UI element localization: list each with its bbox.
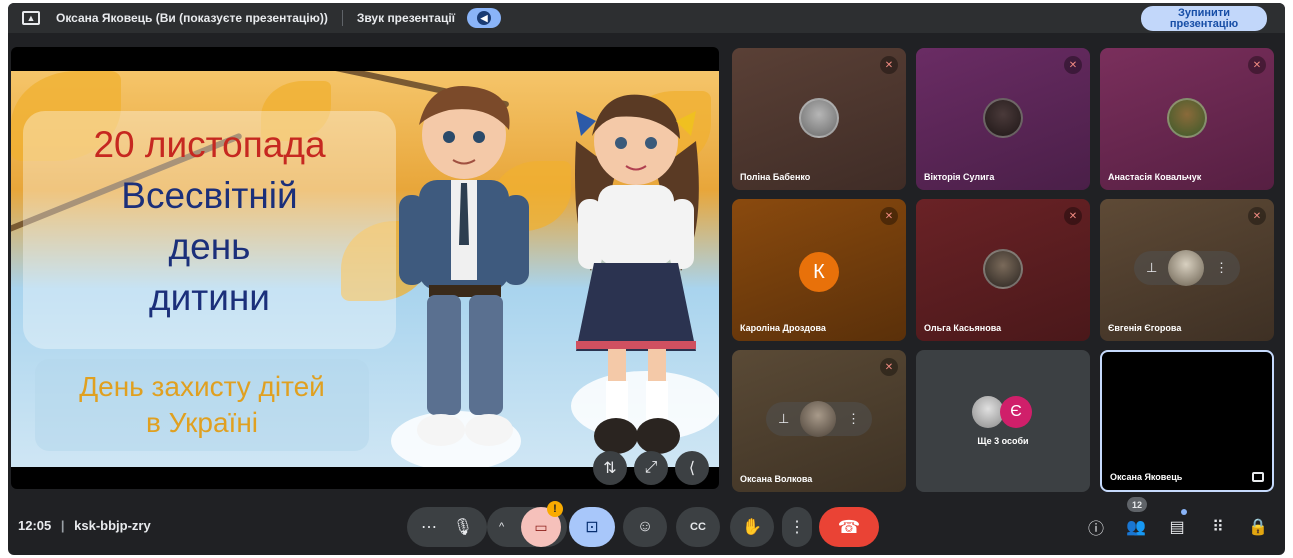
chat-notification-dot bbox=[1181, 509, 1187, 515]
mic-control-group: ⋯ 🎙 bbox=[407, 507, 487, 547]
meeting-info: 12:05 | ksk-bbjp-zry bbox=[18, 518, 151, 533]
audio-settings-icon[interactable]: ⋯ bbox=[421, 517, 437, 537]
pin-icon[interactable]: ⊥ bbox=[778, 411, 789, 427]
captions-icon: CC bbox=[690, 521, 706, 533]
bottom-control-bar: 12:05 | ksk-bbjp-zry ⋯ 🎙 ^ ▭ ! ⊡ ☺ CC ✋ … bbox=[8, 497, 1285, 555]
hand-icon: ✋ bbox=[742, 519, 762, 536]
meeting-details-icon[interactable]: ⓘ bbox=[1082, 513, 1110, 541]
participant-name: Анастасія Ковальчук bbox=[1108, 172, 1202, 182]
participant-tile[interactable]: ✕ Ольга Касьянова bbox=[916, 199, 1090, 341]
tile-hover-controls: ⊥ ⋮ bbox=[766, 401, 872, 437]
slide-subtitle-card: День захисту дітей в Україні bbox=[35, 359, 369, 451]
people-icon[interactable]: 👥 bbox=[1122, 513, 1150, 541]
more-options-button[interactable]: ⋮ bbox=[782, 507, 812, 547]
divider: | bbox=[60, 518, 65, 533]
end-call-icon: ☎ bbox=[837, 516, 861, 537]
chat-icon[interactable]: ▤ bbox=[1163, 513, 1191, 541]
self-view-tile[interactable]: Оксана Яковець bbox=[1100, 350, 1274, 492]
participant-name: Вікторія Сулига bbox=[924, 172, 995, 182]
mic-off-icon: ✕ bbox=[1248, 56, 1266, 74]
girl-illustration bbox=[575, 94, 699, 454]
share-button[interactable]: ⟨ bbox=[675, 451, 709, 485]
avatar bbox=[799, 98, 839, 138]
minimize-self-view-icon[interactable] bbox=[1252, 472, 1264, 482]
captions-button[interactable]: CC bbox=[676, 507, 720, 547]
microphone-icon[interactable]: 🎙 bbox=[453, 517, 473, 537]
slide-title-line3: день bbox=[168, 226, 251, 267]
presentation-sound-toggle[interactable]: ◀ bbox=[467, 8, 502, 28]
camera-control-group: ^ ▭ ! bbox=[487, 501, 567, 547]
stop-button-line2: презентацію bbox=[1169, 18, 1239, 30]
participant-tile[interactable]: ✕ ⊥ ⋮ Євгенія Єгорова bbox=[1100, 199, 1274, 341]
host-controls-icon[interactable]: 🔒 bbox=[1244, 513, 1272, 541]
warning-badge-icon: ! bbox=[547, 501, 563, 517]
presenting-banner: ▲ Оксана Яковець (Ви (показуєте презента… bbox=[8, 3, 1285, 33]
avatar bbox=[800, 401, 837, 437]
slide-date: 20 листопада bbox=[93, 124, 326, 165]
participant-name: Ольга Касьянова bbox=[924, 323, 1002, 333]
speaker-icon: ◀ bbox=[477, 11, 492, 25]
meet-window: ▲ Оксана Яковець (Ви (показуєте презента… bbox=[8, 3, 1285, 555]
boy-illustration bbox=[399, 86, 529, 446]
participant-name: Оксана Яковець bbox=[1110, 472, 1183, 482]
participant-tile[interactable]: ✕ Поліна Бабенко bbox=[732, 48, 906, 190]
participant-name: Кароліна Дроздова bbox=[740, 323, 826, 333]
avatar bbox=[1167, 98, 1207, 138]
meeting-code: ksk-bbjp-zry bbox=[74, 518, 151, 533]
mic-off-icon: ✕ bbox=[1064, 207, 1082, 225]
participant-tile[interactable]: ✕ К Кароліна Дроздова bbox=[732, 199, 906, 341]
raise-hand-button[interactable]: ✋ bbox=[730, 507, 774, 547]
participant-tile[interactable]: ✕ ⊥ ⋮ Оксана Волкова bbox=[732, 350, 906, 492]
more-participants-tile[interactable]: Є Ще 3 особи bbox=[916, 350, 1090, 492]
mic-off-icon: ✕ bbox=[880, 358, 898, 376]
reactions-button[interactable]: ☺ bbox=[623, 507, 667, 547]
presentation-slide: 20 листопада Всесвітній день дитини День… bbox=[11, 71, 719, 467]
presentation-sound-label: Звук презентації bbox=[356, 11, 456, 25]
leave-call-button[interactable]: ☎ bbox=[819, 507, 879, 547]
avatar bbox=[983, 249, 1023, 289]
avatar bbox=[983, 98, 1023, 138]
participant-name: Євгенія Єгорова bbox=[1108, 323, 1182, 333]
slide-subtitle-line1: День захисту дітей bbox=[79, 371, 325, 402]
swap-layout-button[interactable]: ⇅ bbox=[593, 451, 627, 485]
avatar bbox=[1168, 250, 1205, 286]
more-participants-label: Ще 3 особи bbox=[977, 436, 1029, 446]
participant-name: Оксана Волкова bbox=[740, 474, 813, 484]
participant-name: Поліна Бабенко bbox=[740, 172, 811, 182]
present-screen-button[interactable]: ⊡ bbox=[569, 507, 615, 547]
people-count-badge: 12 bbox=[1127, 497, 1147, 512]
present-screen-icon: ▲ bbox=[22, 11, 40, 25]
more-vertical-icon: ⋮ bbox=[789, 519, 805, 536]
avatar: К bbox=[799, 252, 839, 292]
emoji-icon: ☺ bbox=[636, 518, 654, 535]
presentation-area: 20 листопада Всесвітній день дитини День… bbox=[11, 47, 719, 489]
clock-time: 12:05 bbox=[18, 518, 52, 533]
divider bbox=[341, 10, 343, 26]
more-options-icon[interactable]: ⋮ bbox=[1215, 260, 1228, 276]
stop-presenting-button[interactable]: Зупинити презентацію bbox=[1141, 6, 1267, 31]
slide-subtitle-line2: в Україні bbox=[145, 407, 259, 438]
presenter-status-text: Оксана Яковець (Ви (показуєте презентаці… bbox=[56, 11, 328, 25]
chevron-up-icon[interactable]: ^ bbox=[499, 521, 504, 533]
mic-off-icon: ✕ bbox=[1248, 207, 1266, 225]
pin-icon[interactable]: ⊥ bbox=[1146, 260, 1157, 276]
more-options-icon[interactable]: ⋮ bbox=[847, 411, 860, 427]
mic-off-icon: ✕ bbox=[1064, 56, 1082, 74]
slide-title-line4: дитини bbox=[149, 277, 270, 318]
slide-title-card: 20 листопада Всесвітній день дитини bbox=[23, 111, 396, 349]
fullscreen-button[interactable]: ⤢ bbox=[634, 451, 668, 485]
tile-hover-controls: ⊥ ⋮ bbox=[1134, 250, 1240, 286]
slide-title-line2: Всесвітній bbox=[121, 175, 298, 216]
participant-tile[interactable]: ✕ Анастасія Ковальчук bbox=[1100, 48, 1274, 190]
participant-tile[interactable]: ✕ Вікторія Сулига bbox=[916, 48, 1090, 190]
avatar: Є bbox=[1000, 396, 1032, 428]
mic-off-icon: ✕ bbox=[880, 56, 898, 74]
present-screen-icon: ⊡ bbox=[585, 519, 599, 536]
activities-icon[interactable]: ⠿ bbox=[1204, 513, 1232, 541]
mic-off-icon: ✕ bbox=[880, 207, 898, 225]
